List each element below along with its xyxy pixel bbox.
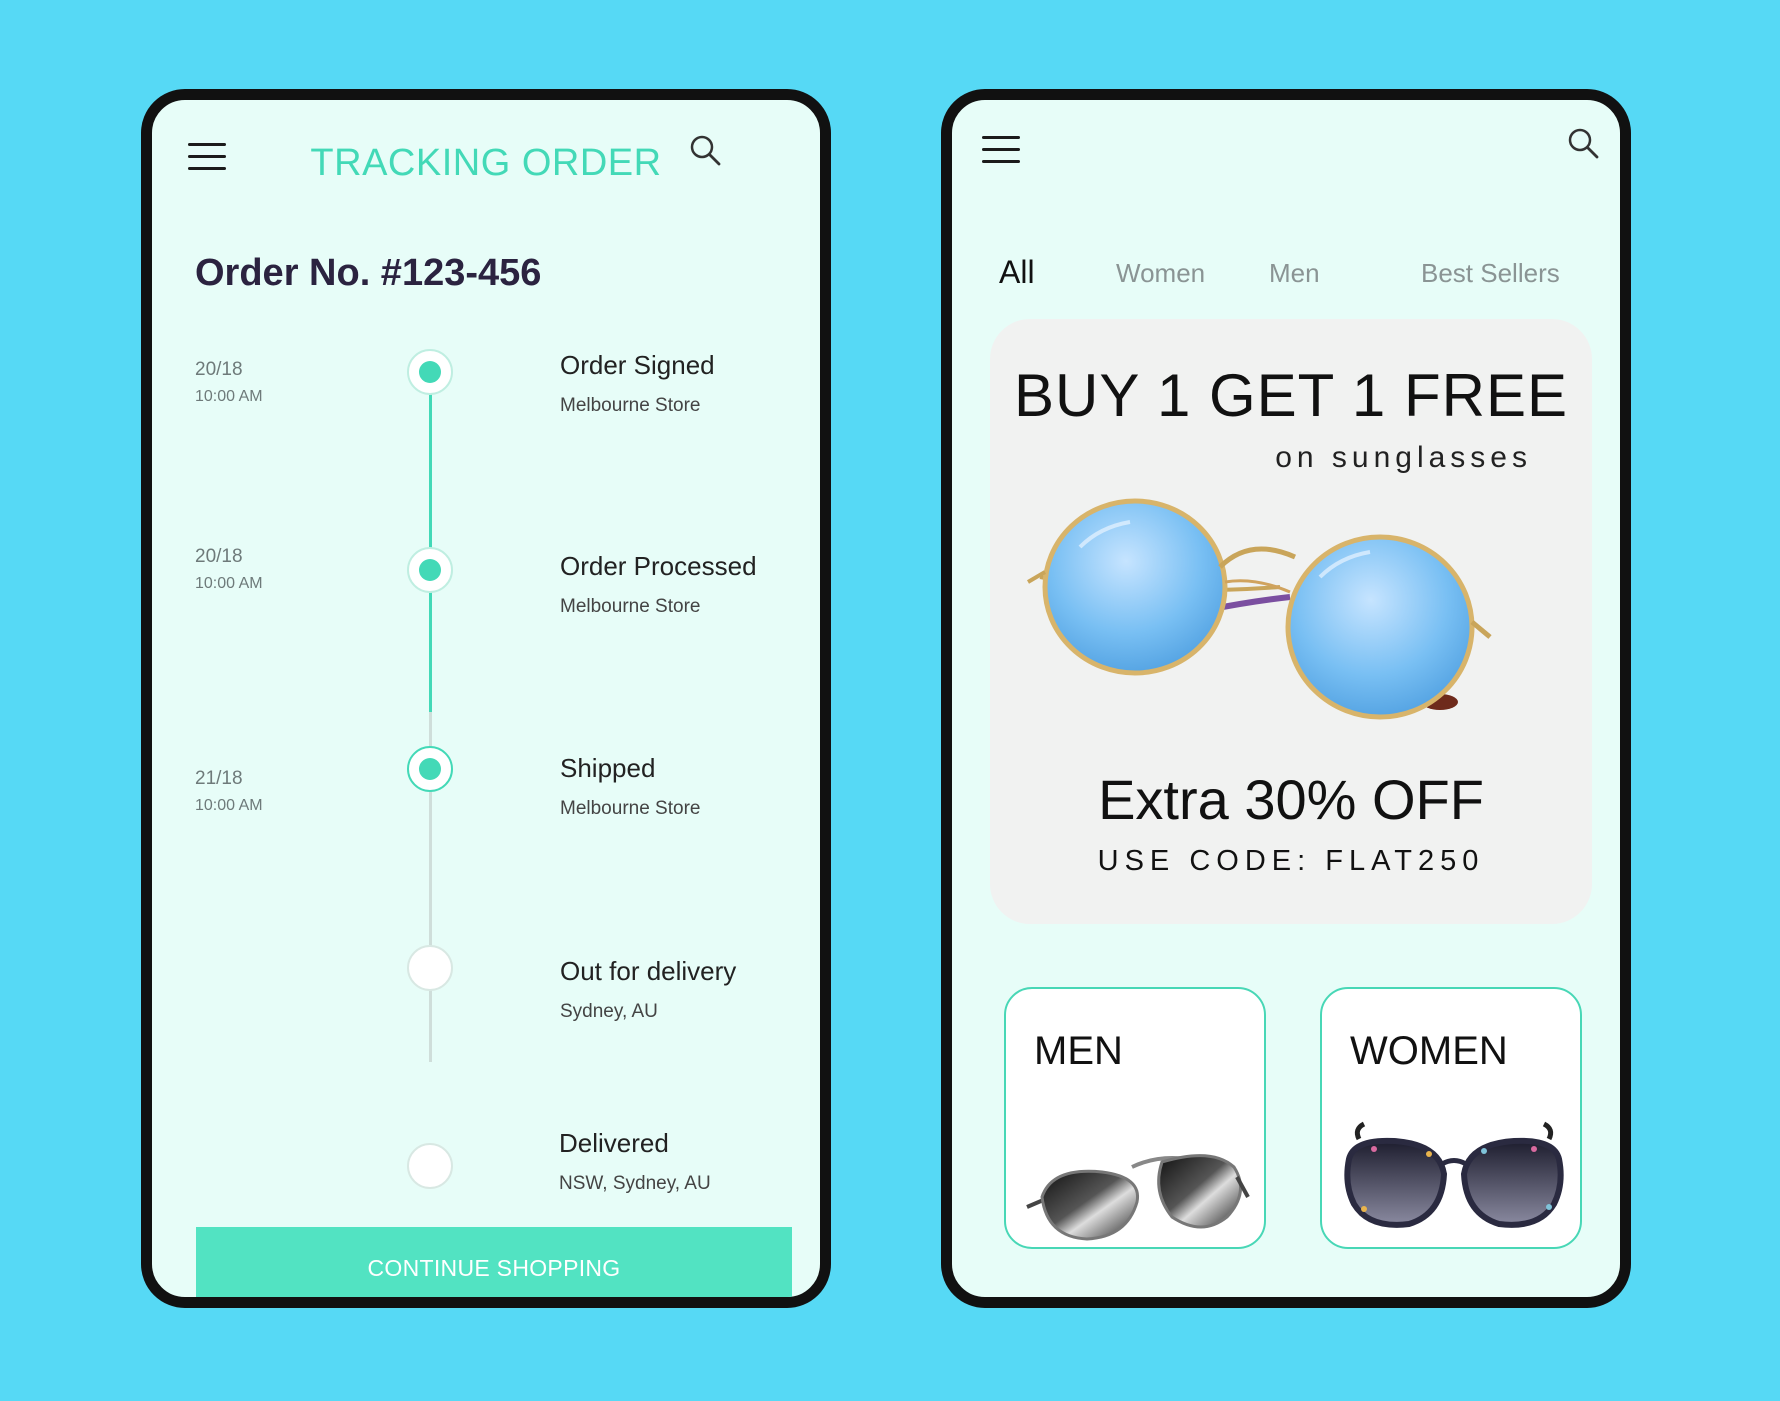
timeline-line-complete <box>429 362 432 712</box>
step-date: 20/18 <box>195 546 243 567</box>
step-time: 10:00 AM <box>195 575 263 592</box>
category-card-women[interactable]: WOMEN <box>1320 987 1582 1249</box>
floral-sunglasses-image <box>1344 1121 1564 1228</box>
tab-best-sellers[interactable]: Best Sellers <box>1421 258 1560 289</box>
search-icon[interactable] <box>688 133 722 167</box>
continue-shopping-button[interactable]: CONTINUE SHOPPING <box>196 1227 792 1297</box>
step-status: Delivered <box>559 1128 669 1158</box>
step-complete-indicator <box>407 349 453 395</box>
promo-code: USE CODE: FLAT250 <box>1097 845 1485 877</box>
category-label: MEN <box>1034 1029 1123 1073</box>
promo-subline: on sunglasses <box>1275 441 1532 474</box>
step-status: Order Processed <box>560 551 757 581</box>
step-date: 20/18 <box>195 359 243 380</box>
step-status: Shipped <box>560 753 656 783</box>
step-status: Order Signed <box>560 350 715 380</box>
order-number: Order No. #123-456 <box>195 252 542 294</box>
step-pending-indicator <box>407 945 453 991</box>
tab-men[interactable]: Men <box>1269 258 1320 289</box>
promo-banner[interactable]: BUY 1 GET 1 FREE on sunglasses Extra 30%… <box>990 319 1592 924</box>
step-location: Melbourne Store <box>560 596 701 617</box>
step-location: NSW, Sydney, AU <box>559 1173 711 1194</box>
round-sunglasses-image <box>1026 498 1492 720</box>
step-current-indicator <box>407 746 453 792</box>
tracking-order-screen: TRACKING ORDER Order No. #123-456 20/18 … <box>141 89 831 1308</box>
promo-offer: Extra 30% OFF <box>1098 768 1484 831</box>
step-location: Sydney, AU <box>560 1001 658 1022</box>
category-card-men[interactable]: MEN <box>1004 987 1266 1249</box>
aviator-sunglasses-image <box>1026 1154 1250 1241</box>
step-time: 10:00 AM <box>195 797 263 814</box>
promo-headline: BUY 1 GET 1 FREE <box>1014 362 1568 429</box>
step-location: Melbourne Store <box>560 395 701 416</box>
step-complete-indicator <box>407 547 453 593</box>
step-time: 10:00 AM <box>195 388 263 405</box>
step-status: Out for delivery <box>560 956 737 986</box>
tab-women[interactable]: Women <box>1116 258 1205 289</box>
shop-screen: All Women Men Best Sellers BUY 1 GET 1 F… <box>941 89 1631 1308</box>
step-date: 21/18 <box>195 768 243 789</box>
menu-icon[interactable] <box>982 136 1020 164</box>
step-location: Melbourne Store <box>560 798 701 819</box>
tab-all[interactable]: All <box>999 254 1035 291</box>
search-icon[interactable] <box>1566 126 1600 160</box>
category-label: WOMEN <box>1350 1029 1508 1073</box>
step-pending-indicator <box>407 1143 453 1189</box>
